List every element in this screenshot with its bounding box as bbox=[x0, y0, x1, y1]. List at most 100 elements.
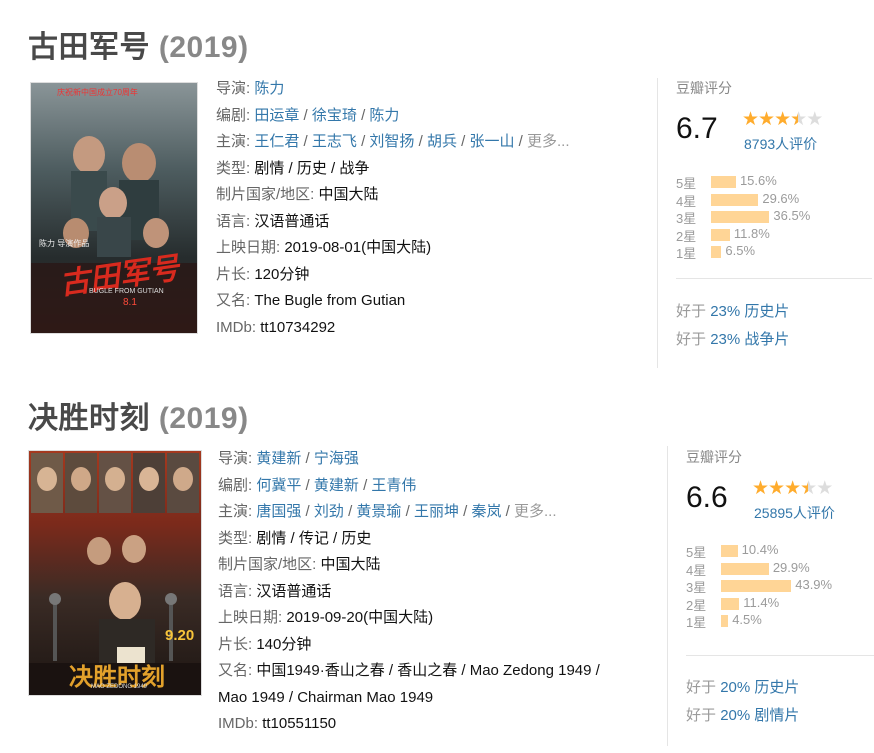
aka-value: 中国1949·香山之春 / 香山之春 / Mao Zedong 1949 / bbox=[256, 662, 600, 679]
star-full-icon: ★ bbox=[774, 109, 791, 130]
rating-bar-label: 1星 bbox=[676, 246, 697, 261]
better-genre-link[interactable]: 历史片 bbox=[744, 303, 789, 320]
writer-link[interactable]: 王青伟 bbox=[371, 477, 416, 494]
movie-poster[interactable]: 庆祝新中国成立70周年 古田军号 BUGLE FROM GUTIAN 8.1 陈… bbox=[30, 82, 198, 334]
divider bbox=[667, 446, 668, 746]
cast-link[interactable]: 王志飞 bbox=[312, 133, 357, 150]
star-half-icon: ★ bbox=[790, 108, 807, 131]
better-prefix: 好于 bbox=[686, 707, 717, 724]
cast-link[interactable]: 刘劲 bbox=[314, 503, 344, 520]
rating-score: 6.6 bbox=[686, 481, 728, 514]
better-pct[interactable]: 20% bbox=[720, 707, 750, 724]
language-label: 语言: bbox=[216, 212, 251, 230]
director-link[interactable]: 宁海强 bbox=[314, 450, 359, 467]
director-row: 导演: 陈力 bbox=[216, 80, 285, 97]
more-cast-link[interactable]: 更多... bbox=[527, 133, 570, 150]
runtime-row: 片长: 140分钟 bbox=[218, 632, 600, 659]
aka-label: 又名: bbox=[218, 662, 253, 679]
language-value: 汉语普通话 bbox=[256, 582, 332, 600]
cast-link[interactable]: 王丽坤 bbox=[414, 503, 459, 520]
better-prefix: 好于 bbox=[686, 679, 717, 696]
star-half-icon: ★ bbox=[800, 477, 817, 500]
star-empty-icon: ★ bbox=[806, 109, 823, 130]
rating-bar-label: 2星 bbox=[686, 597, 707, 613]
rating-bar-percent: 43.9% bbox=[795, 577, 833, 592]
rating-bar bbox=[721, 597, 740, 610]
rating-bar-percent: 15.6% bbox=[739, 173, 777, 188]
writer-label: 编剧 bbox=[218, 476, 249, 494]
writer-link[interactable]: 徐宝琦 bbox=[312, 107, 357, 124]
release-value: 2019-08-01(中国大陆) bbox=[284, 239, 432, 256]
rating-header: 豆瓣评分 bbox=[686, 449, 742, 465]
poster-top-text: 庆祝新中国成立70周年 bbox=[57, 88, 138, 97]
better-than-row: 好于 20% 历史片 bbox=[686, 674, 799, 702]
writer-label: 编剧 bbox=[216, 106, 247, 124]
better-genre-link[interactable]: 战争片 bbox=[744, 331, 789, 348]
better-than: 好于 23% 历史片 好于 23% 战争片 bbox=[676, 298, 789, 354]
imdb-value: tt10551150 bbox=[262, 715, 337, 732]
aka-value: The Bugle from Gutian bbox=[254, 292, 406, 309]
more-cast-link[interactable]: 更多... bbox=[514, 503, 557, 520]
cast-link[interactable]: 王仁君 bbox=[254, 133, 299, 150]
runtime-row: 片长: 120分钟 bbox=[216, 262, 570, 289]
votes-link[interactable]: 8793人评价 bbox=[744, 134, 817, 154]
language-row: 语言: 汉语普通话 bbox=[218, 579, 600, 606]
aka-label: 又名: bbox=[216, 292, 251, 309]
star-full-icon: ★ bbox=[784, 478, 801, 499]
better-prefix: 好于 bbox=[676, 303, 707, 320]
better-pct[interactable]: 20% bbox=[720, 679, 750, 696]
better-genre-link[interactable]: 剧情片 bbox=[754, 707, 799, 724]
rating-bar-label: 5星 bbox=[676, 176, 697, 191]
country-value: 中国大陆 bbox=[320, 556, 381, 573]
votes-link[interactable]: 25895人评价 bbox=[754, 503, 835, 523]
rating-bar bbox=[721, 562, 769, 575]
imdb-row: IMDb: tt10551150 bbox=[218, 711, 600, 738]
better-genre-link[interactable]: 历史片 bbox=[754, 679, 799, 696]
cast-link[interactable]: 刘智扬 bbox=[369, 133, 414, 150]
poster-date: 8.1 bbox=[123, 297, 137, 308]
imdb-label: IMDb: bbox=[216, 318, 257, 336]
cast-link[interactable]: 秦岚 bbox=[471, 503, 501, 520]
genre-row: 类型: 剧情 / 传记 / 历史 bbox=[218, 526, 600, 553]
cast-link[interactable]: 唐国强 bbox=[256, 503, 301, 520]
director-link[interactable]: 黄建新 bbox=[256, 450, 301, 467]
poster-date: 9.20 bbox=[165, 627, 195, 644]
rating-bar-percent: 11.8% bbox=[733, 225, 770, 241]
country-label: 制片国家/地区: bbox=[218, 556, 317, 573]
rating-bar bbox=[721, 615, 729, 627]
rating-bar bbox=[711, 246, 722, 258]
language-row: 语言: 汉语普通话 bbox=[216, 209, 570, 236]
cast-link[interactable]: 张一山 bbox=[469, 133, 514, 150]
movie-title-year: (2019) bbox=[158, 402, 249, 435]
rating-header: 豆瓣评分 bbox=[676, 80, 732, 96]
director-label: 导演 bbox=[216, 80, 247, 97]
director-link[interactable]: 陈力 bbox=[254, 80, 284, 97]
movie-title-year: (2019) bbox=[158, 31, 249, 64]
rating-bar-percent: 29.6% bbox=[762, 190, 800, 206]
better-prefix: 好于 bbox=[676, 331, 707, 348]
movie-title-name[interactable]: 古田军号 bbox=[28, 31, 150, 64]
better-than-row: 好于 23% 历史片 bbox=[676, 298, 789, 326]
better-than: 好于 20% 历史片 好于 20% 剧情片 bbox=[686, 674, 799, 730]
rating-bar-percent: 4.5% bbox=[732, 612, 762, 627]
better-pct[interactable]: 23% bbox=[710, 303, 740, 320]
cast-link[interactable]: 胡兵 bbox=[427, 133, 457, 150]
star-full-icon: ★ bbox=[758, 109, 775, 130]
writer-link[interactable]: 陈力 bbox=[369, 107, 399, 124]
country-value: 中国大陆 bbox=[318, 186, 379, 203]
movie-poster[interactable]: 9.20 决胜时刻 MAO ZEDONG 1949 bbox=[28, 450, 202, 696]
language-label: 语言: bbox=[218, 582, 253, 600]
writer-link[interactable]: 黄建新 bbox=[314, 477, 359, 494]
better-pct[interactable]: 23% bbox=[710, 331, 740, 348]
genre-value: 剧情 / 传记 / 历史 bbox=[256, 529, 372, 547]
divider bbox=[657, 78, 658, 368]
rating-bar-label: 5星 bbox=[686, 545, 707, 560]
rating-panel: 豆瓣评分 6.7 ★★★★★ 8793人评价 5星15.6%4星29.6%3星3… bbox=[676, 78, 872, 348]
rating-bar-label: 3星 bbox=[676, 211, 697, 226]
writer-link[interactable]: 何冀平 bbox=[256, 477, 301, 494]
cast-link[interactable]: 黄景瑜 bbox=[356, 503, 401, 520]
movie-title-name[interactable]: 决胜时刻 bbox=[28, 402, 150, 435]
rating-stars: ★★★★ ★ bbox=[742, 108, 823, 131]
runtime-label: 片长: bbox=[218, 635, 253, 653]
writer-link[interactable]: 田运章 bbox=[254, 107, 299, 124]
